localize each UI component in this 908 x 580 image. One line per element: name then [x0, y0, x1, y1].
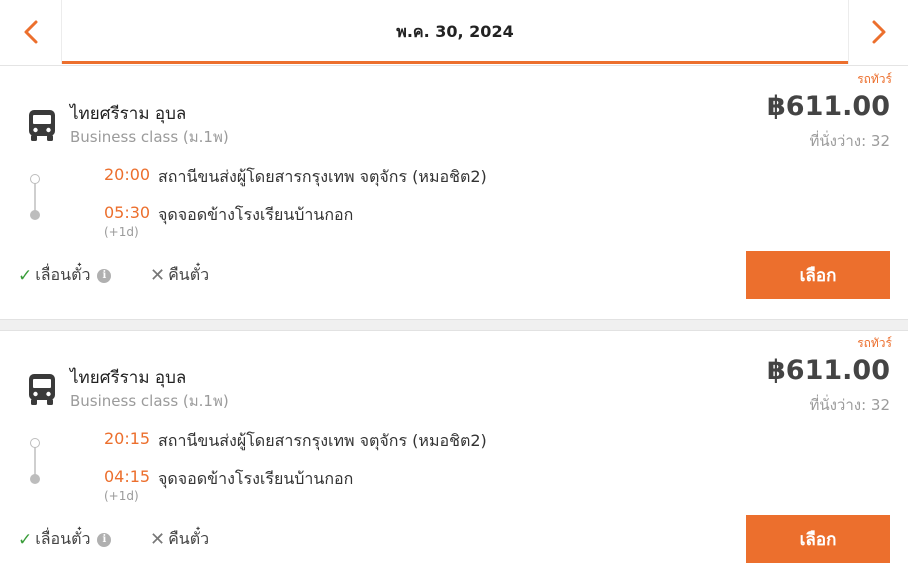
ticket-price: ฿611.00	[767, 355, 890, 386]
arrival-time: 04:15	[104, 467, 151, 486]
vehicle-type-tag: รถทัวร์	[857, 72, 892, 86]
operator-name: ไทยศรีราม อุบล	[70, 368, 187, 388]
arrival-day-offset: (+1d)	[104, 489, 139, 503]
bus-class: Business class (ม.1พ)	[70, 128, 229, 146]
date-bar: พ.ค. 30, 2024	[0, 0, 908, 66]
info-icon[interactable]: i	[97, 268, 112, 283]
check-icon: ✓	[18, 265, 33, 286]
refund-label: คืนตั๋ว	[168, 529, 210, 548]
departure-time: 20:00	[104, 165, 151, 184]
refund-policy: ✕ คืนตั๋ว	[150, 263, 209, 288]
reschedule-policy: ✓ เลื่อนตั๋ว i	[18, 263, 112, 288]
arrival-time: 05:30	[104, 203, 151, 222]
select-trip-button[interactable]: เลือก	[746, 251, 890, 299]
chevron-right-icon	[872, 20, 885, 44]
departure-time: 20:15	[104, 429, 151, 448]
close-icon: ✕	[150, 529, 166, 550]
departure-dot	[30, 174, 40, 184]
available-seats: ที่นั่งว่าง: 32	[809, 396, 890, 414]
trip-card: รถทัวร์ ไทยศรีราม อุบล Business class (ม…	[0, 67, 908, 319]
refund-policy: ✕ คืนตั๋ว	[150, 527, 209, 552]
next-day-button[interactable]	[848, 0, 908, 64]
info-icon[interactable]: i	[97, 532, 112, 547]
trip-card: รถทัวร์ ไทยศรีราม อุบล Business class (ม…	[0, 331, 908, 580]
bus-icon	[29, 110, 55, 141]
arrival-place: จุดจอดข้างโรงเรียนบ้านกอก	[158, 205, 354, 224]
departure-place: สถานีขนส่งผู้โดยสารกรุงเทพ จตุจักร (หมอช…	[158, 431, 487, 450]
reschedule-policy: ✓ เลื่อนตั๋ว i	[18, 527, 112, 552]
refund-label: คืนตั๋ว	[168, 265, 210, 284]
reschedule-label: เลื่อนตั๋ว	[35, 529, 91, 548]
select-trip-button[interactable]: เลือก	[746, 515, 890, 563]
arrival-dot	[30, 210, 40, 220]
close-icon: ✕	[150, 265, 166, 286]
arrival-place: จุดจอดข้างโรงเรียนบ้านกอก	[158, 469, 354, 488]
bus-class: Business class (ม.1พ)	[70, 392, 229, 410]
card-divider	[0, 319, 908, 331]
ticket-price: ฿611.00	[767, 91, 890, 122]
chevron-left-icon	[24, 20, 37, 44]
check-icon: ✓	[18, 529, 33, 550]
reschedule-label: เลื่อนตั๋ว	[35, 265, 91, 284]
bus-icon	[29, 374, 55, 405]
vehicle-type-tag: รถทัวร์	[857, 336, 892, 350]
available-seats: ที่นั่งว่าง: 32	[809, 132, 890, 150]
previous-day-button[interactable]	[0, 0, 62, 64]
departure-dot	[30, 438, 40, 448]
departure-place: สถานีขนส่งผู้โดยสารกรุงเทพ จตุจักร (หมอช…	[158, 167, 487, 186]
arrival-dot	[30, 474, 40, 484]
operator-name: ไทยศรีราม อุบล	[70, 104, 187, 124]
arrival-day-offset: (+1d)	[104, 225, 139, 239]
active-date-indicator	[62, 61, 848, 64]
selected-date: พ.ค. 30, 2024	[396, 21, 514, 41]
